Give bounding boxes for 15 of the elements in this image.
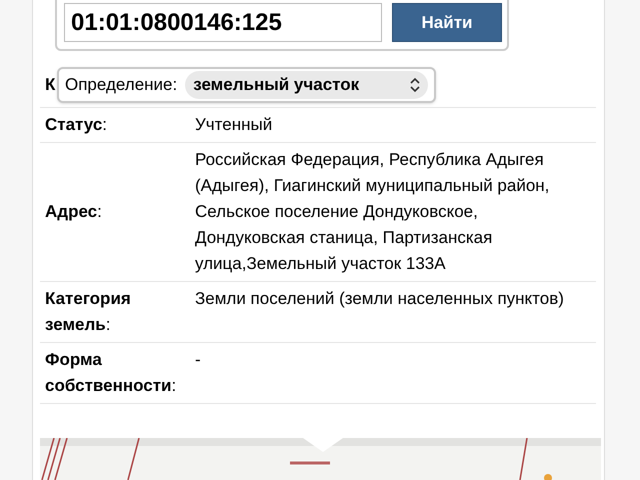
row-label: Категория земель: xyxy=(44,288,132,336)
chevron-updown-icon xyxy=(410,77,420,93)
row-label: К xyxy=(45,74,56,96)
row-value: - xyxy=(195,349,202,371)
definition-label: Определение: xyxy=(65,74,178,96)
pointer-icon xyxy=(303,438,343,452)
row-value: Российская Федерация, Республика Адыгея (Адыгея), Гиагинский муниципальный район, Сельское поселение Дондуковское, Дондуковская станица, Партизанская улица,Земельный участок 133А xyxy=(195,149,550,275)
row-value: Земли поселений (земли населенных пунктов) xyxy=(195,288,565,310)
definition-select[interactable]: земельный участок xyxy=(185,71,428,99)
row-label: Адрес: xyxy=(44,201,103,223)
search-button[interactable]: Найти xyxy=(392,3,502,42)
row-value: Учтенный xyxy=(195,114,274,136)
row-label: Форма собственности: xyxy=(44,349,178,397)
search-field[interactable]: 01:01:0800146:125 xyxy=(64,3,382,42)
row-label: Статус: xyxy=(44,114,108,136)
